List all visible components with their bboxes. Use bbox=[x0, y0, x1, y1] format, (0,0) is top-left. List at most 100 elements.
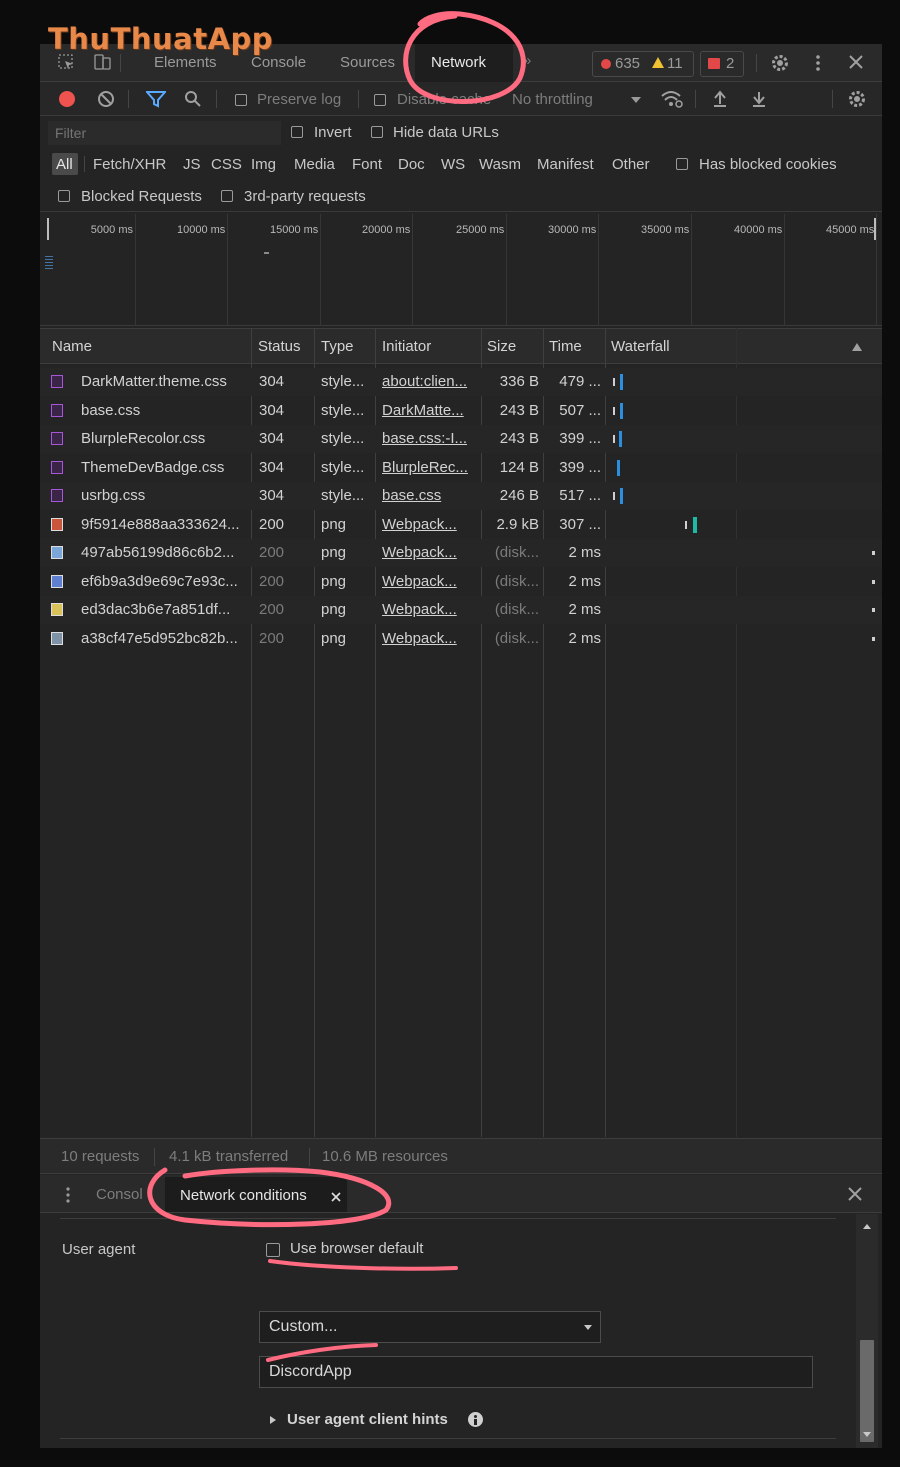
overview-left-handle[interactable] bbox=[47, 218, 49, 240]
column-header-status[interactable]: Status bbox=[258, 329, 301, 365]
request-row[interactable]: ThemeDevBadge.css 304 style... BlurpleRec..… bbox=[40, 454, 882, 482]
type-filter-all[interactable]: All bbox=[52, 153, 78, 175]
preserve-log-checkbox[interactable] bbox=[235, 94, 247, 106]
network-conditions-wifi-icon[interactable] bbox=[660, 89, 684, 109]
tab-elements[interactable]: Elements bbox=[154, 54, 217, 71]
filter-input[interactable] bbox=[48, 121, 281, 145]
scroll-down-arrow-icon[interactable] bbox=[863, 1432, 871, 1437]
third-party-requests-checkbox[interactable] bbox=[221, 190, 233, 202]
tab-console[interactable]: Console bbox=[251, 54, 306, 71]
timeline-gridline bbox=[876, 214, 877, 326]
request-initiator[interactable]: about:clien... bbox=[382, 368, 477, 396]
search-icon[interactable] bbox=[184, 90, 202, 108]
column-header-size[interactable]: Size bbox=[487, 329, 516, 365]
network-overview-timeline[interactable]: 5000 ms 10000 ms 15000 ms 20000 ms 25000 ms 3… bbox=[40, 214, 882, 326]
waterfall-bar-download bbox=[619, 431, 622, 447]
request-status: 304 bbox=[259, 458, 285, 476]
issues-counter[interactable]: 2 bbox=[700, 51, 744, 77]
tab-sources[interactable]: Sources bbox=[340, 54, 395, 71]
request-row[interactable]: BlurpleRecolor.css 304 style... base.css:-I… bbox=[40, 425, 882, 453]
import-har-icon[interactable] bbox=[712, 90, 728, 108]
request-row[interactable]: base.css 304 style... DarkMatte... 243 B 507 … bbox=[40, 397, 882, 425]
request-initiator[interactable]: Webpack... bbox=[382, 511, 477, 539]
filter-funnel-icon[interactable] bbox=[144, 90, 168, 108]
timeline-gridline bbox=[598, 214, 599, 326]
export-har-icon[interactable] bbox=[751, 90, 767, 108]
blocked-requests-checkbox[interactable] bbox=[58, 190, 70, 202]
request-row[interactable]: 497ab56199d86c6b2... 200 png Webpack... (dis… bbox=[40, 539, 882, 567]
user-agent-client-hints-label[interactable]: User agent client hints bbox=[287, 1411, 448, 1428]
hide-data-urls-checkbox[interactable] bbox=[371, 126, 383, 138]
disable-cache-checkbox[interactable] bbox=[374, 94, 386, 106]
type-filter-fetch-xhr[interactable]: Fetch/XHR bbox=[93, 156, 166, 173]
inspect-element-icon[interactable] bbox=[58, 54, 74, 70]
has-blocked-cookies-checkbox[interactable] bbox=[676, 158, 688, 170]
request-row[interactable]: ef6b9a3d9e69c7e93c... 200 png Webpack... (di… bbox=[40, 568, 882, 596]
user-agent-input[interactable]: DiscordApp bbox=[259, 1356, 813, 1388]
error-warning-counter[interactable]: 635 11 bbox=[592, 51, 694, 77]
request-row[interactable]: usrbg.css 304 style... base.css 246 B 517 ... bbox=[40, 482, 882, 510]
column-header-waterfall[interactable]: Waterfall bbox=[611, 329, 670, 365]
type-filter-css[interactable]: CSS bbox=[211, 156, 242, 173]
expand-triangle-icon[interactable] bbox=[270, 1416, 276, 1424]
request-initiator[interactable]: Webpack... bbox=[382, 596, 477, 624]
request-initiator[interactable]: DarkMatte... bbox=[382, 397, 477, 425]
request-initiator[interactable]: Webpack... bbox=[382, 625, 477, 653]
type-filter-js[interactable]: JS bbox=[183, 156, 201, 173]
clear-icon[interactable] bbox=[97, 90, 115, 108]
throttling-select[interactable]: No throttling bbox=[512, 91, 593, 108]
chevron-down-icon bbox=[584, 1325, 592, 1330]
request-name: BlurpleRecolor.css bbox=[81, 430, 206, 447]
type-filter-manifest[interactable]: Manifest bbox=[537, 156, 594, 173]
column-header-initiator[interactable]: Initiator bbox=[382, 329, 431, 365]
column-header-type[interactable]: Type bbox=[321, 329, 354, 365]
request-type: style... bbox=[321, 458, 365, 476]
waterfall-bar-wait bbox=[685, 520, 687, 529]
type-filter-media[interactable]: Media bbox=[294, 156, 335, 173]
drawer-tab-console[interactable]: Console bbox=[96, 1186, 142, 1203]
invert-checkbox[interactable] bbox=[291, 126, 303, 138]
more-tabs-icon[interactable]: » bbox=[523, 52, 531, 69]
request-time: 307 ... bbox=[559, 515, 601, 533]
type-filter-doc[interactable]: Doc bbox=[398, 156, 425, 173]
request-row[interactable]: 9f5914e888aa333624... 200 png Webpack... 2.9… bbox=[40, 511, 882, 539]
type-filter-wasm[interactable]: Wasm bbox=[479, 156, 521, 173]
request-initiator[interactable]: base.css bbox=[382, 482, 477, 510]
network-settings-gear-icon[interactable] bbox=[846, 88, 868, 110]
drawer-menu-icon[interactable] bbox=[66, 1186, 70, 1204]
column-header-time[interactable]: Time bbox=[549, 329, 582, 365]
type-filter-img[interactable]: Img bbox=[251, 156, 276, 173]
drawer-tab-network-conditions[interactable]: Network conditions bbox=[165, 1177, 347, 1212]
settings-gear-icon[interactable] bbox=[769, 52, 791, 74]
type-filter-ws[interactable]: WS bbox=[441, 156, 465, 173]
request-type: style... bbox=[321, 401, 365, 419]
request-row[interactable]: ed3dac3b6e7a851df... 200 png Webpack... (dis… bbox=[40, 596, 882, 624]
close-tab-icon[interactable] bbox=[331, 1189, 341, 1202]
drawer-scrollbar[interactable] bbox=[856, 1214, 878, 1448]
request-time: 517 ... bbox=[559, 487, 601, 504]
use-browser-default-checkbox[interactable] bbox=[266, 1243, 280, 1257]
hide-data-urls-label: Hide data URLs bbox=[393, 124, 499, 141]
column-header-name[interactable]: Name bbox=[52, 329, 92, 365]
close-devtools-icon[interactable] bbox=[848, 54, 864, 70]
request-row[interactable]: DarkMatter.theme.css 304 style... about:cli… bbox=[40, 368, 882, 396]
request-size: (disk... bbox=[494, 572, 539, 590]
more-options-icon[interactable] bbox=[816, 54, 820, 72]
waterfall-bar-download bbox=[620, 488, 623, 504]
scroll-up-arrow-icon[interactable] bbox=[863, 1224, 871, 1229]
request-time: 2 ms bbox=[568, 572, 601, 590]
type-filter-other[interactable]: Other bbox=[612, 156, 650, 173]
scrollbar-thumb[interactable] bbox=[860, 1340, 874, 1442]
request-initiator[interactable]: base.css:-I... bbox=[382, 425, 477, 453]
type-filter-font[interactable]: Font bbox=[352, 156, 382, 173]
request-initiator[interactable]: Webpack... bbox=[382, 539, 477, 567]
sort-ascending-icon[interactable] bbox=[852, 343, 862, 351]
info-icon[interactable] bbox=[468, 1412, 483, 1427]
request-initiator[interactable]: BlurpleRec... bbox=[382, 454, 477, 482]
tab-network[interactable]: Network bbox=[415, 44, 513, 82]
close-drawer-icon[interactable] bbox=[848, 1187, 862, 1201]
request-initiator[interactable]: Webpack... bbox=[382, 568, 477, 596]
user-agent-preset-select[interactable]: Custom... bbox=[259, 1311, 601, 1343]
request-row[interactable]: a38cf47e5d952bc82b... 200 png Webpack... (di… bbox=[40, 625, 882, 653]
record-icon[interactable] bbox=[59, 91, 75, 107]
